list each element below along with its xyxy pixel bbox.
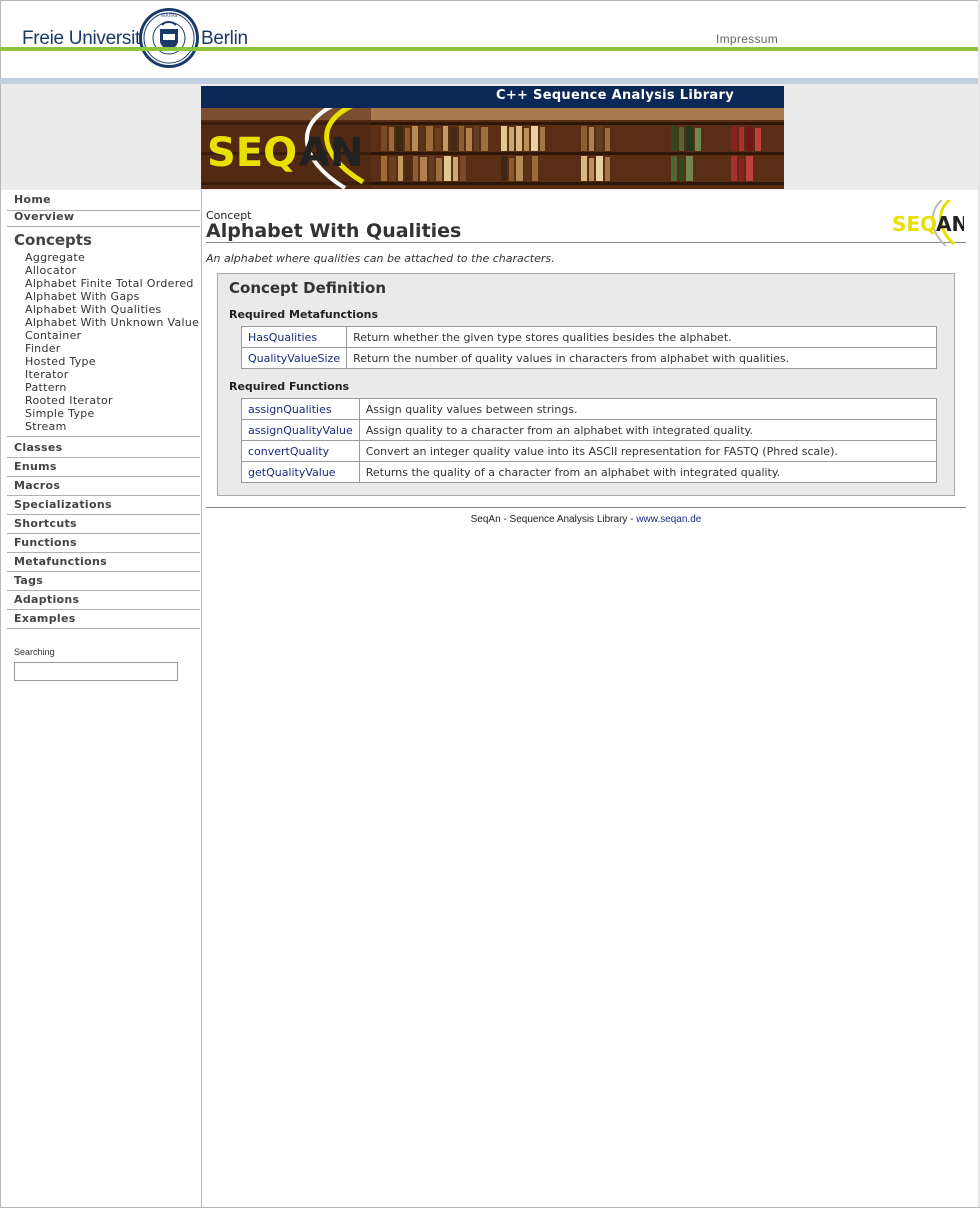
nav-separator (7, 609, 200, 610)
concept-summary: An alphabet where qualities can be attac… (206, 252, 555, 265)
nav-overview[interactable]: Overview (14, 210, 74, 223)
table-row: convertQuality Convert an integer qualit… (241, 440, 938, 462)
function-desc: Returns the quality of a character from … (358, 461, 938, 483)
footer-rule (206, 507, 966, 508)
metafunction-name-cell: QualityValueSize (240, 347, 348, 369)
footer-text: SeqAn - Sequence Analysis Library - (470, 514, 637, 525)
search-label: Searching (14, 647, 55, 657)
seqan-logo-icon: SEQ AN (892, 200, 964, 246)
concept-link-pattern[interactable]: Pattern (25, 381, 67, 394)
metafunction-name-cell: HasQualities (240, 326, 348, 348)
concept-link-alphabet-finite-total-ordered[interactable]: Alphabet Finite Total Ordered (25, 277, 194, 290)
nav-concepts-current[interactable]: Concepts (14, 231, 92, 249)
svg-text:AN: AN (299, 130, 363, 176)
concept-link-alphabet-with-unknown-value[interactable]: Alphabet With Unknown Value (25, 316, 199, 329)
nav-separator (7, 590, 200, 591)
concept-link-iterator[interactable]: Iterator (25, 368, 69, 381)
nav-metafunctions[interactable]: Metafunctions (14, 555, 107, 568)
svg-text:SEQ: SEQ (207, 130, 297, 176)
sidebar: Home Overview Concepts Aggregate Allocat… (1, 190, 202, 1207)
table-row: getQualityValue Returns the quality of a… (241, 461, 938, 483)
metafunction-desc: Return the number of quality values in c… (346, 347, 937, 369)
function-link-assignqualities[interactable]: assignQualities (248, 403, 332, 416)
nav-adaptions[interactable]: Adaptions (14, 593, 79, 606)
nav-tags[interactable]: Tags (14, 574, 43, 587)
concept-link-finder[interactable]: Finder (25, 342, 61, 355)
nav-separator (7, 226, 200, 227)
concept-link-alphabet-with-qualities[interactable]: Alphabet With Qualities (25, 303, 162, 316)
main-content: Concept Alphabet With Qualities SEQ AN A… (206, 190, 966, 530)
nav-enums[interactable]: Enums (14, 460, 57, 473)
svg-text:VERITAS: VERITAS (161, 13, 178, 18)
nav-specializations[interactable]: Specializations (14, 498, 112, 511)
function-link-convertquality[interactable]: convertQuality (248, 445, 329, 458)
banner-title-bar: C++ Sequence Analysis Library (201, 86, 784, 108)
nav-classes[interactable]: Classes (14, 441, 62, 454)
metafunction-desc: Return whether the given type stores qua… (346, 326, 937, 348)
title-rule (206, 242, 966, 243)
nav-examples[interactable]: Examples (14, 612, 76, 625)
header-green-line (0, 47, 978, 51)
nav-separator (7, 457, 200, 458)
nav-home[interactable]: Home (14, 193, 51, 206)
metafunction-link-hasqualities[interactable]: HasQualities (248, 331, 317, 344)
nav-separator (7, 436, 200, 437)
footer-seqan-link[interactable]: www.seqan.de (636, 514, 701, 525)
required-functions-title: Required Functions (229, 380, 350, 393)
svg-text:SEQ: SEQ (892, 212, 937, 236)
nav-separator (7, 514, 200, 515)
library-bookshelf-image: SEQ AN (201, 108, 784, 189)
nav-separator (7, 552, 200, 553)
concept-link-stream[interactable]: Stream (25, 420, 67, 433)
page-title: Alphabet With Qualities (206, 220, 462, 242)
nav-separator (7, 628, 200, 629)
concept-link-allocator[interactable]: Allocator (25, 264, 76, 277)
concept-link-hosted-type[interactable]: Hosted Type (25, 355, 96, 368)
nav-separator (7, 495, 200, 496)
concept-link-alphabet-with-gaps[interactable]: Alphabet With Gaps (25, 290, 140, 303)
table-row: HasQualities Return whether the given ty… (240, 326, 937, 348)
concept-link-aggregate[interactable]: Aggregate (25, 251, 85, 264)
required-metafunctions-title: Required Metafunctions (229, 308, 379, 321)
functions-table: assignQualities Assign quality values be… (241, 398, 938, 483)
impressum-link[interactable]: Impressum (716, 32, 778, 46)
metafunctions-table: HasQualities Return whether the given ty… (240, 326, 937, 369)
nav-shortcuts[interactable]: Shortcuts (14, 517, 77, 530)
footer: SeqAn - Sequence Analysis Library - www.… (206, 514, 966, 525)
nav-separator (7, 476, 200, 477)
table-row: assignQualityValue Assign quality to a c… (241, 419, 938, 441)
nav-separator (7, 533, 200, 534)
table-row: assignQualities Assign quality values be… (241, 398, 938, 420)
nav-separator (7, 571, 200, 572)
function-link-assignqualityvalue[interactable]: assignQualityValue (248, 424, 353, 437)
nav-functions[interactable]: Functions (14, 536, 77, 549)
metafunction-link-qualityvaluesize[interactable]: QualityValueSize (248, 352, 340, 365)
function-name-cell: getQualityValue (241, 461, 360, 483)
concept-link-rooted-iterator[interactable]: Rooted Iterator (25, 394, 113, 407)
table-row: QualityValueSize Return the number of qu… (240, 347, 937, 369)
function-desc: Assign quality values between strings. (358, 398, 938, 420)
banner-title: C++ Sequence Analysis Library (495, 88, 734, 103)
concept-definition-box: Concept Definition Required Metafunction… (217, 273, 955, 496)
concept-definition-title: Concept Definition (229, 279, 387, 297)
concept-link-container[interactable]: Container (25, 329, 81, 342)
university-seal-icon[interactable]: VERITAS (138, 7, 200, 69)
function-link-getqualityvalue[interactable]: getQualityValue (248, 466, 336, 479)
function-name-cell: assignQualityValue (241, 419, 360, 441)
seqan-banner: C++ Sequence Analysis Library SEQ AN (201, 86, 784, 189)
search-input[interactable] (14, 662, 178, 681)
function-desc: Assign quality to a character from an al… (358, 419, 938, 441)
svg-text:AN: AN (936, 212, 964, 236)
university-header: Freie Universität VERITAS Berlin Impress… (0, 0, 980, 84)
function-desc: Convert an integer quality value into it… (358, 440, 938, 462)
function-name-cell: convertQuality (241, 440, 360, 462)
nav-macros[interactable]: Macros (14, 479, 60, 492)
concept-link-simple-type[interactable]: Simple Type (25, 407, 95, 420)
function-name-cell: assignQualities (241, 398, 360, 420)
